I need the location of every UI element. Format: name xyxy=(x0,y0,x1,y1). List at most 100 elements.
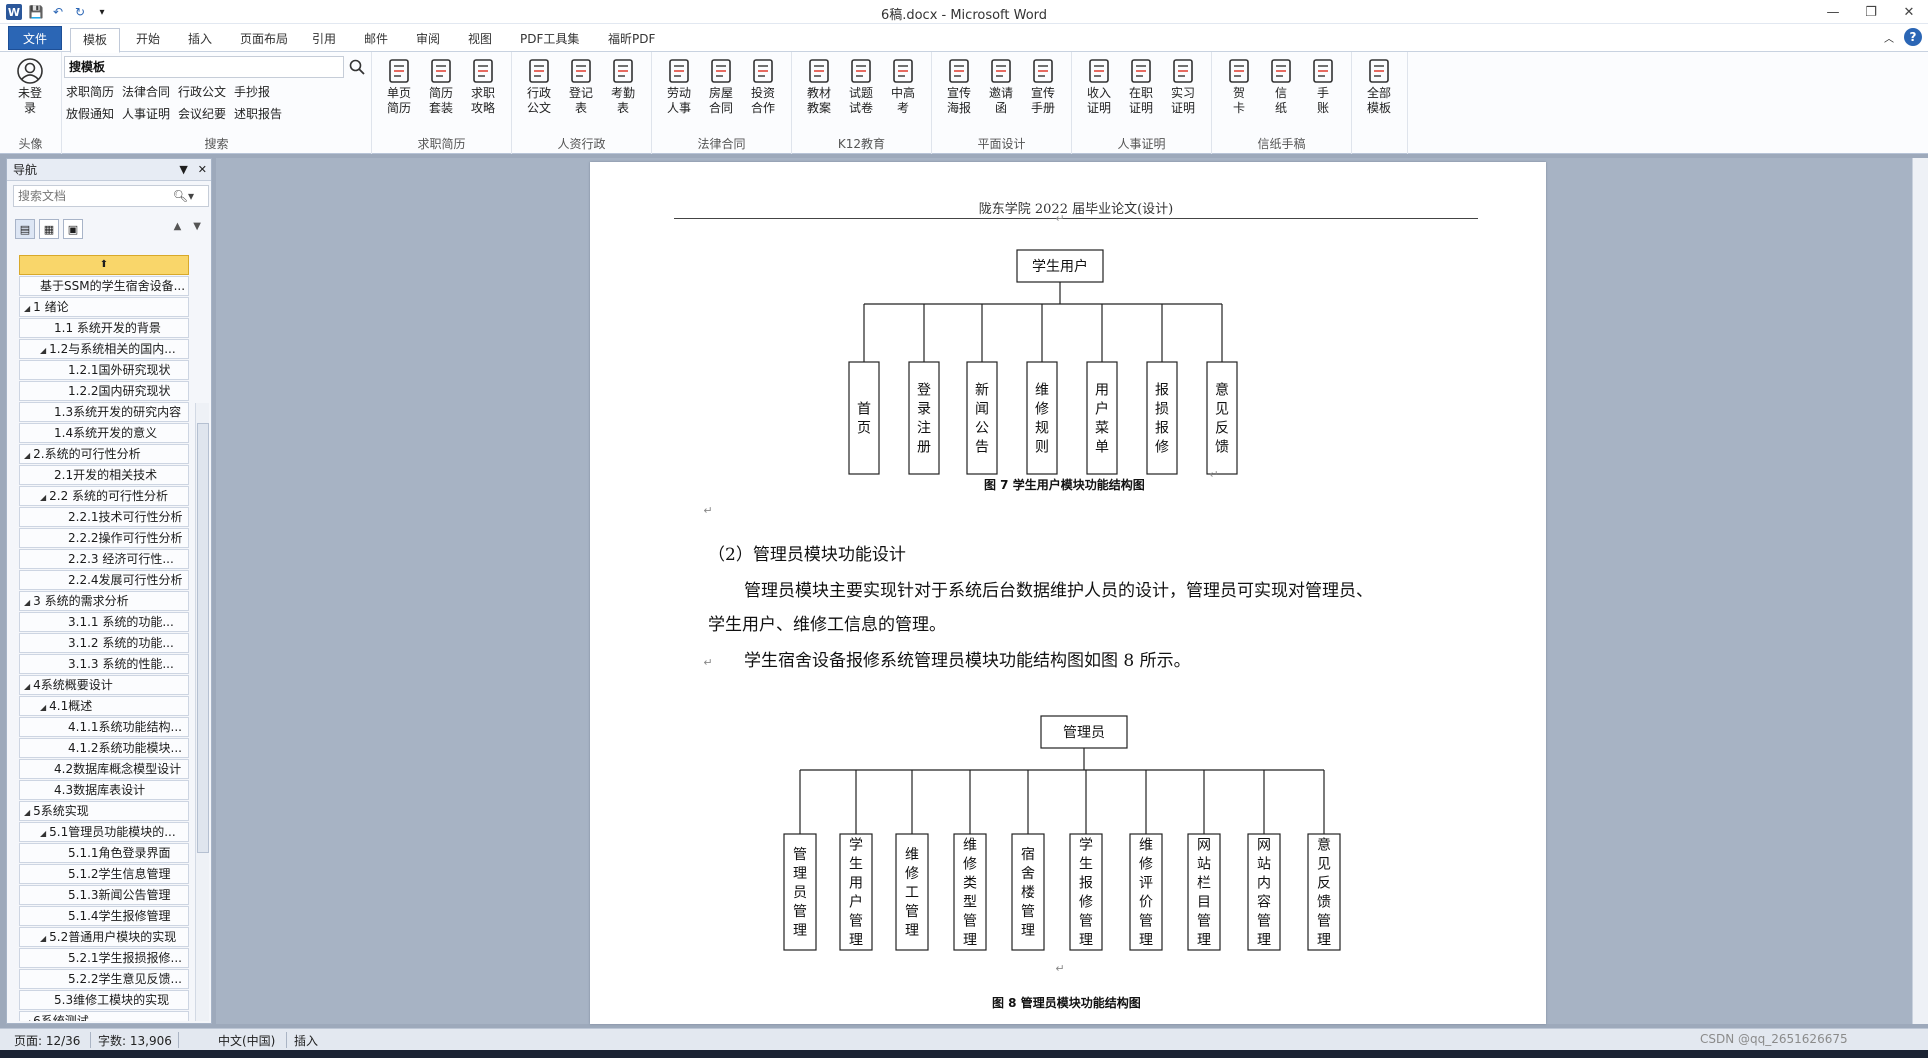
nav-item[interactable]: 3.1.1 系统的功能... xyxy=(19,612,189,632)
nav-item[interactable]: ◢ 4系统概要设计 xyxy=(19,675,189,695)
expand-triangle-icon[interactable]: ◢ xyxy=(40,703,46,712)
nav-item[interactable]: 5.1.1角色登录界面 xyxy=(19,843,189,863)
template-button-5-2[interactable]: 实习 证明 xyxy=(1163,56,1203,128)
expand-triangle-icon[interactable]: ◢ xyxy=(40,346,46,355)
nav-item[interactable]: 4.1.1系统功能结构... xyxy=(19,717,189,737)
nav-headings-tab-icon[interactable]: ▤ xyxy=(15,219,35,239)
tab-view[interactable]: 视图 xyxy=(456,28,504,52)
link-legal[interactable]: 法律合同 xyxy=(122,83,170,100)
template-button-4-0[interactable]: 宣传 海报 xyxy=(939,56,979,128)
tab-file[interactable]: 文件 xyxy=(8,26,62,50)
expand-triangle-icon[interactable]: ◢ xyxy=(24,682,30,691)
nav-pages-tab-icon[interactable]: ▦ xyxy=(39,219,59,239)
link-official[interactable]: 行政公文 xyxy=(178,83,226,100)
nav-item[interactable]: ◢6系统测试 xyxy=(19,1011,189,1021)
nav-item[interactable]: 4.1.2系统功能模块... xyxy=(19,738,189,758)
template-button-2-2[interactable]: 投资 合作 xyxy=(743,56,783,128)
expand-triangle-icon[interactable]: ◢ xyxy=(40,934,46,943)
nav-results-tab-icon[interactable]: ▣ xyxy=(63,219,83,239)
expand-triangle-icon[interactable]: ◢ xyxy=(24,304,30,313)
nav-item[interactable]: ◢ 2.2 系统的可行性分析 xyxy=(19,486,189,506)
nav-scrollbar[interactable] xyxy=(195,403,209,1021)
tab-template[interactable]: 模板 xyxy=(70,28,121,53)
nav-item[interactable]: 4.2数据库概念模型设计 xyxy=(19,759,189,779)
nav-collapse-top[interactable]: ⬆︎ xyxy=(19,255,189,275)
nav-item[interactable]: 5.2.2学生意见反馈... xyxy=(19,969,189,989)
template-button-2-1[interactable]: 房屋 合同 xyxy=(701,56,741,128)
nav-item[interactable]: ◢ 1.2与系统相关的国内... xyxy=(19,339,189,359)
nav-scroll-thumb[interactable] xyxy=(197,423,209,853)
search-icon[interactable] xyxy=(346,56,368,78)
nav-item[interactable]: ◢ 3 系统的需求分析 xyxy=(19,591,189,611)
tab-insert[interactable]: 插入 xyxy=(176,28,224,52)
template-button-5-1[interactable]: 在职 证明 xyxy=(1121,56,1161,128)
login-button[interactable]: 未登 录 xyxy=(10,56,50,128)
template-button-3-2[interactable]: 中高考 xyxy=(883,56,923,128)
expand-triangle-icon[interactable]: ◢ xyxy=(24,1018,30,1021)
nav-item[interactable]: ◢ 5.2普通用户模块的实现 xyxy=(19,927,189,947)
template-button-7-0[interactable]: 全部 模板 xyxy=(1359,56,1399,128)
tab-mailings[interactable]: 邮件 xyxy=(352,28,400,52)
template-button-0-2[interactable]: 求职 攻略 xyxy=(463,56,503,128)
nav-item[interactable]: 基于SSM的学生宿舍设备... xyxy=(19,276,189,296)
nav-item[interactable]: 5.1.4学生报修管理 xyxy=(19,906,189,926)
expand-triangle-icon[interactable]: ◢ xyxy=(24,808,30,817)
expand-triangle-icon[interactable]: ◢ xyxy=(24,451,30,460)
expand-triangle-icon[interactable]: ◢ xyxy=(40,829,46,838)
nav-item[interactable]: 2.1开发的相关技术 xyxy=(19,465,189,485)
nav-item[interactable]: ◢ 4.1概述 xyxy=(19,696,189,716)
nav-item[interactable]: 4.3数据库表设计 xyxy=(19,780,189,800)
nav-prev-icon[interactable]: ▲ xyxy=(174,221,182,232)
nav-item[interactable]: 5.2.1学生报损报修... xyxy=(19,948,189,968)
nav-item[interactable]: ◢ 5.1管理员功能模块的... xyxy=(19,822,189,842)
insert-mode[interactable]: 插入 xyxy=(294,1032,318,1049)
link-resume[interactable]: 求职简历 xyxy=(66,83,114,100)
restore-icon[interactable]: ❐ xyxy=(1852,0,1890,24)
template-button-5-0[interactable]: 收入 证明 xyxy=(1079,56,1119,128)
template-button-2-0[interactable]: 劳动 人事 xyxy=(659,56,699,128)
nav-item[interactable]: 2.2.4发展可行性分析 xyxy=(19,570,189,590)
link-hr-cert[interactable]: 人事证明 xyxy=(122,105,170,122)
template-button-6-2[interactable]: 手账 xyxy=(1303,56,1343,128)
page-count[interactable]: 页面: 12/36 xyxy=(14,1032,80,1049)
nav-item[interactable]: 5.1.2学生信息管理 xyxy=(19,864,189,884)
nav-item[interactable]: 2.2.3 经济可行性... xyxy=(19,549,189,569)
collapse-ribbon-icon[interactable]: ︿ xyxy=(1884,30,1894,45)
nav-close-icon[interactable]: ✕ xyxy=(198,159,207,181)
nav-item[interactable]: 1.4系统开发的意义 xyxy=(19,423,189,443)
tab-foxit-pdf[interactable]: 福昕PDF xyxy=(596,28,667,52)
link-newspaper[interactable]: 手抄报 xyxy=(234,83,270,100)
language-status[interactable]: 中文(中国) xyxy=(218,1032,275,1049)
nav-item[interactable]: 1.2.1国外研究现状 xyxy=(19,360,189,380)
nav-item[interactable]: ◢ 5系统实现 xyxy=(19,801,189,821)
nav-item[interactable]: 1.1 系统开发的背景 xyxy=(19,318,189,338)
expand-triangle-icon[interactable]: ◢ xyxy=(24,598,30,607)
tab-pdf-tools[interactable]: PDF工具集 xyxy=(508,28,591,52)
template-button-1-1[interactable]: 登记表 xyxy=(561,56,601,128)
nav-item[interactable]: 3.1.2 系统的功能... xyxy=(19,633,189,653)
expand-triangle-icon[interactable]: ◢ xyxy=(40,493,46,502)
template-button-1-2[interactable]: 考勤表 xyxy=(603,56,643,128)
close-icon[interactable]: ✕ xyxy=(1890,0,1928,24)
template-button-4-2[interactable]: 宣传 手册 xyxy=(1023,56,1063,128)
nav-search-input[interactable]: 搜索文档 🔍︎▾ xyxy=(13,185,209,207)
nav-item[interactable]: 2.2.2操作可行性分析 xyxy=(19,528,189,548)
link-holiday[interactable]: 放假通知 xyxy=(66,105,114,122)
nav-item[interactable]: 1.2.2国内研究现状 xyxy=(19,381,189,401)
template-button-3-1[interactable]: 试题 试卷 xyxy=(841,56,881,128)
tab-review[interactable]: 审阅 xyxy=(404,28,452,52)
template-button-6-0[interactable]: 贺卡 xyxy=(1219,56,1259,128)
nav-item[interactable]: 5.3维修工模块的实现 xyxy=(19,990,189,1010)
nav-item[interactable]: ◢ 2.系统的可行性分析 xyxy=(19,444,189,464)
nav-item[interactable]: 2.2.1技术可行性分析 xyxy=(19,507,189,527)
word-count[interactable]: 字数: 13,906 xyxy=(98,1032,172,1049)
template-button-6-1[interactable]: 信纸 xyxy=(1261,56,1301,128)
template-button-1-0[interactable]: 行政 公文 xyxy=(519,56,559,128)
tab-references[interactable]: 引用 xyxy=(300,28,348,52)
template-button-0-0[interactable]: 单页 简历 xyxy=(379,56,419,128)
nav-menu-icon[interactable]: ▼ xyxy=(179,159,187,181)
document-scrollbar[interactable] xyxy=(1912,158,1928,1024)
nav-item[interactable]: 5.1.3新闻公告管理 xyxy=(19,885,189,905)
template-button-3-0[interactable]: 教材 教案 xyxy=(799,56,839,128)
nav-search-icon[interactable]: 🔍︎▾ xyxy=(173,186,194,206)
